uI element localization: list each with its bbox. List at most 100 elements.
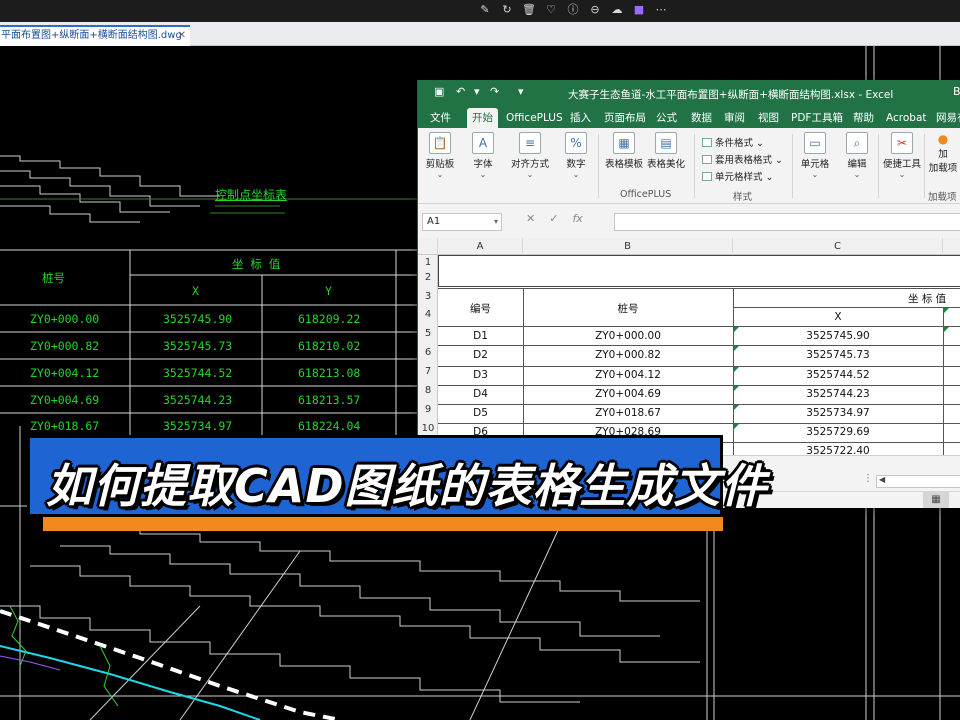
header-pile[interactable]: 桩号 bbox=[523, 301, 733, 316]
cad-file-tab[interactable]: 平面布置图+纵断面+横断面结构图.dwg ✕ bbox=[0, 25, 190, 46]
cloud-icon[interactable]: ☁ bbox=[610, 3, 624, 17]
row-header[interactable]: 4 bbox=[418, 309, 438, 320]
more-icon[interactable]: ⋯ bbox=[654, 3, 668, 17]
normal-view-icon[interactable]: ▦ bbox=[923, 492, 949, 508]
cad-tab-strip: 平面布置图+纵断面+横断面结构图.dwg ✕ bbox=[0, 22, 960, 46]
column-header-a[interactable]: A bbox=[438, 238, 523, 255]
select-all-corner[interactable] bbox=[418, 238, 438, 255]
add-load-label: 加载项 bbox=[928, 163, 958, 174]
row-header[interactable]: 9 bbox=[418, 404, 438, 415]
undo-icon[interactable]: ↶ bbox=[456, 85, 465, 98]
splitter-dots-icon[interactable]: ⋮ bbox=[863, 473, 873, 484]
number-button[interactable]: % 数字 ⌄ bbox=[564, 132, 588, 179]
cell-x[interactable]: 3525729.69 bbox=[733, 426, 943, 438]
table-template-button[interactable]: ▦ 表格模板 bbox=[604, 132, 644, 170]
column-header-d[interactable] bbox=[943, 238, 960, 255]
redo-icon[interactable]: ↷ bbox=[490, 85, 499, 98]
rotate-icon[interactable]: ↻ bbox=[500, 3, 514, 17]
edit-label: 编辑 bbox=[847, 159, 867, 170]
row-header[interactable]: 3 bbox=[418, 291, 438, 302]
alignment-button[interactable]: ≡ 对齐方式 ⌄ bbox=[508, 132, 552, 179]
tab-acrobat[interactable]: Acrobat bbox=[886, 108, 927, 128]
header-coord[interactable]: 坐 标 值 bbox=[908, 291, 960, 306]
scroll-left-icon[interactable]: ◀ bbox=[879, 475, 885, 484]
column-header-b[interactable]: B bbox=[523, 238, 733, 255]
excel-title-bar: ▣ ↶ ▾ ↷ ▾ 大赛子生态鱼道-水工平面布置图+纵断面+横断面结构图.xls… bbox=[418, 80, 960, 106]
header-id[interactable]: 编号 bbox=[438, 301, 523, 316]
tab-formulas[interactable]: 公式 bbox=[656, 108, 677, 128]
customize-qat-icon[interactable]: ▾ bbox=[518, 85, 524, 98]
add-load-button[interactable]: ● 加 加载项 bbox=[928, 132, 958, 174]
enter-icon[interactable]: ✓ bbox=[549, 212, 558, 225]
horizontal-scrollbar[interactable]: ◀ bbox=[876, 475, 960, 488]
cad-row-y: 618213.08 bbox=[298, 366, 361, 380]
cell-id[interactable]: D1 bbox=[438, 330, 523, 342]
merged-title-cell[interactable] bbox=[438, 255, 960, 287]
row-header[interactable]: 8 bbox=[418, 385, 438, 396]
cell-pile[interactable]: ZY0+004.12 bbox=[523, 369, 733, 381]
edit-icon[interactable]: ✎ bbox=[478, 3, 492, 17]
worksheet-grid[interactable]: 编号 桩号 坐 标 值 X D1 ZY0+000.00 3525745.90 D… bbox=[438, 255, 960, 457]
row-header[interactable]: 5 bbox=[418, 328, 438, 339]
cells-button[interactable]: ▭ 单元格 ⌄ bbox=[798, 132, 832, 179]
cell-id[interactable]: D4 bbox=[438, 388, 523, 400]
tab-insert[interactable]: 插入 bbox=[570, 108, 591, 128]
tab-home[interactable]: 开始 bbox=[467, 108, 498, 128]
ribbon: 📋 剪贴板 ⌄ A 字体 ⌄ ≡ 对齐方式 ⌄ % 数字 ⌄ ▦ 表格模板 ▤ … bbox=[418, 128, 960, 204]
undo-dropdown-icon[interactable]: ▾ bbox=[474, 85, 480, 98]
close-icon[interactable]: ✕ bbox=[178, 27, 186, 45]
row-header[interactable]: 6 bbox=[418, 347, 438, 358]
row-header[interactable]: 1 bbox=[418, 257, 438, 268]
insert-function-icon[interactable]: fx bbox=[572, 212, 582, 225]
row-header[interactable]: 10 bbox=[418, 423, 438, 434]
account-initial[interactable]: B bbox=[953, 85, 960, 98]
cell-x[interactable]: 3525744.52 bbox=[733, 369, 943, 381]
quick-tools-button[interactable]: ✂ 便捷工具 ⌄ bbox=[882, 132, 922, 179]
conditional-format-button[interactable]: 条件格式 ⌄ bbox=[702, 135, 764, 149]
clipboard-button[interactable]: 📋 剪贴板 ⌄ bbox=[424, 132, 456, 179]
cell-pile[interactable]: ZY0+000.82 bbox=[523, 349, 733, 361]
link-icon[interactable]: ⊖ bbox=[588, 3, 602, 17]
cell-x[interactable]: 3525745.90 bbox=[733, 330, 943, 342]
table-beautify-button[interactable]: ▤ 表格美化 bbox=[646, 132, 686, 170]
chevron-down-icon: ⌄ bbox=[853, 170, 861, 179]
cancel-icon[interactable]: ✕ bbox=[526, 212, 535, 225]
font-button[interactable]: A 字体 ⌄ bbox=[470, 132, 496, 179]
tab-officeplus[interactable]: OfficePLUS bbox=[506, 108, 563, 128]
name-box[interactable]: A1 ▾ bbox=[422, 213, 502, 231]
row-header[interactable]: 2 bbox=[418, 272, 438, 283]
cell-pile[interactable]: ZY0+004.69 bbox=[523, 388, 733, 400]
tab-view[interactable]: 视图 bbox=[758, 108, 779, 128]
cad-row-y: 618213.57 bbox=[298, 393, 361, 407]
table-format-button[interactable]: 套用表格格式 ⌄ bbox=[702, 152, 783, 166]
table-beautify-label: 表格美化 bbox=[646, 159, 685, 170]
cell-pile[interactable]: ZY0+018.67 bbox=[523, 407, 733, 419]
tab-help[interactable]: 帮助 bbox=[853, 108, 874, 128]
tab-netease[interactable]: 网易有 bbox=[936, 108, 960, 128]
cell-x[interactable]: 3525744.23 bbox=[733, 388, 943, 400]
cell-id[interactable]: D2 bbox=[438, 349, 523, 361]
info-icon[interactable]: ⓘ bbox=[566, 3, 580, 17]
cad-row-pile: ZY0+000.00 bbox=[30, 312, 100, 326]
heart-icon[interactable]: ♡ bbox=[544, 3, 558, 17]
cell-style-button[interactable]: 单元格样式 ⌄ bbox=[702, 169, 774, 183]
cell-x[interactable]: 3525734.97 bbox=[733, 407, 943, 419]
cell-x[interactable]: 3525745.73 bbox=[733, 349, 943, 361]
tab-review[interactable]: 审阅 bbox=[724, 108, 745, 128]
tab-data[interactable]: 数据 bbox=[691, 108, 712, 128]
tab-page-layout[interactable]: 页面布局 bbox=[604, 108, 646, 128]
cell-pile[interactable]: ZY0+000.00 bbox=[523, 330, 733, 342]
tab-file[interactable]: 文件 bbox=[430, 108, 451, 128]
cell-id[interactable]: D3 bbox=[438, 369, 523, 381]
column-header-c[interactable]: C bbox=[733, 238, 943, 255]
cell-id[interactable]: D5 bbox=[438, 407, 523, 419]
row-header[interactable]: 7 bbox=[418, 366, 438, 377]
header-x[interactable]: X bbox=[733, 311, 943, 323]
tab-pdf-toolbox[interactable]: PDF工具箱 bbox=[791, 108, 843, 128]
edit-button[interactable]: ⌕ 编辑 ⌄ bbox=[844, 132, 870, 179]
delete-icon[interactable]: 🗑 bbox=[522, 3, 536, 17]
app-icon[interactable]: ■ bbox=[632, 3, 646, 17]
save-icon[interactable]: ▣ bbox=[434, 85, 444, 98]
cad-row-y: 618210.02 bbox=[298, 339, 361, 353]
formula-input[interactable] bbox=[614, 213, 960, 231]
